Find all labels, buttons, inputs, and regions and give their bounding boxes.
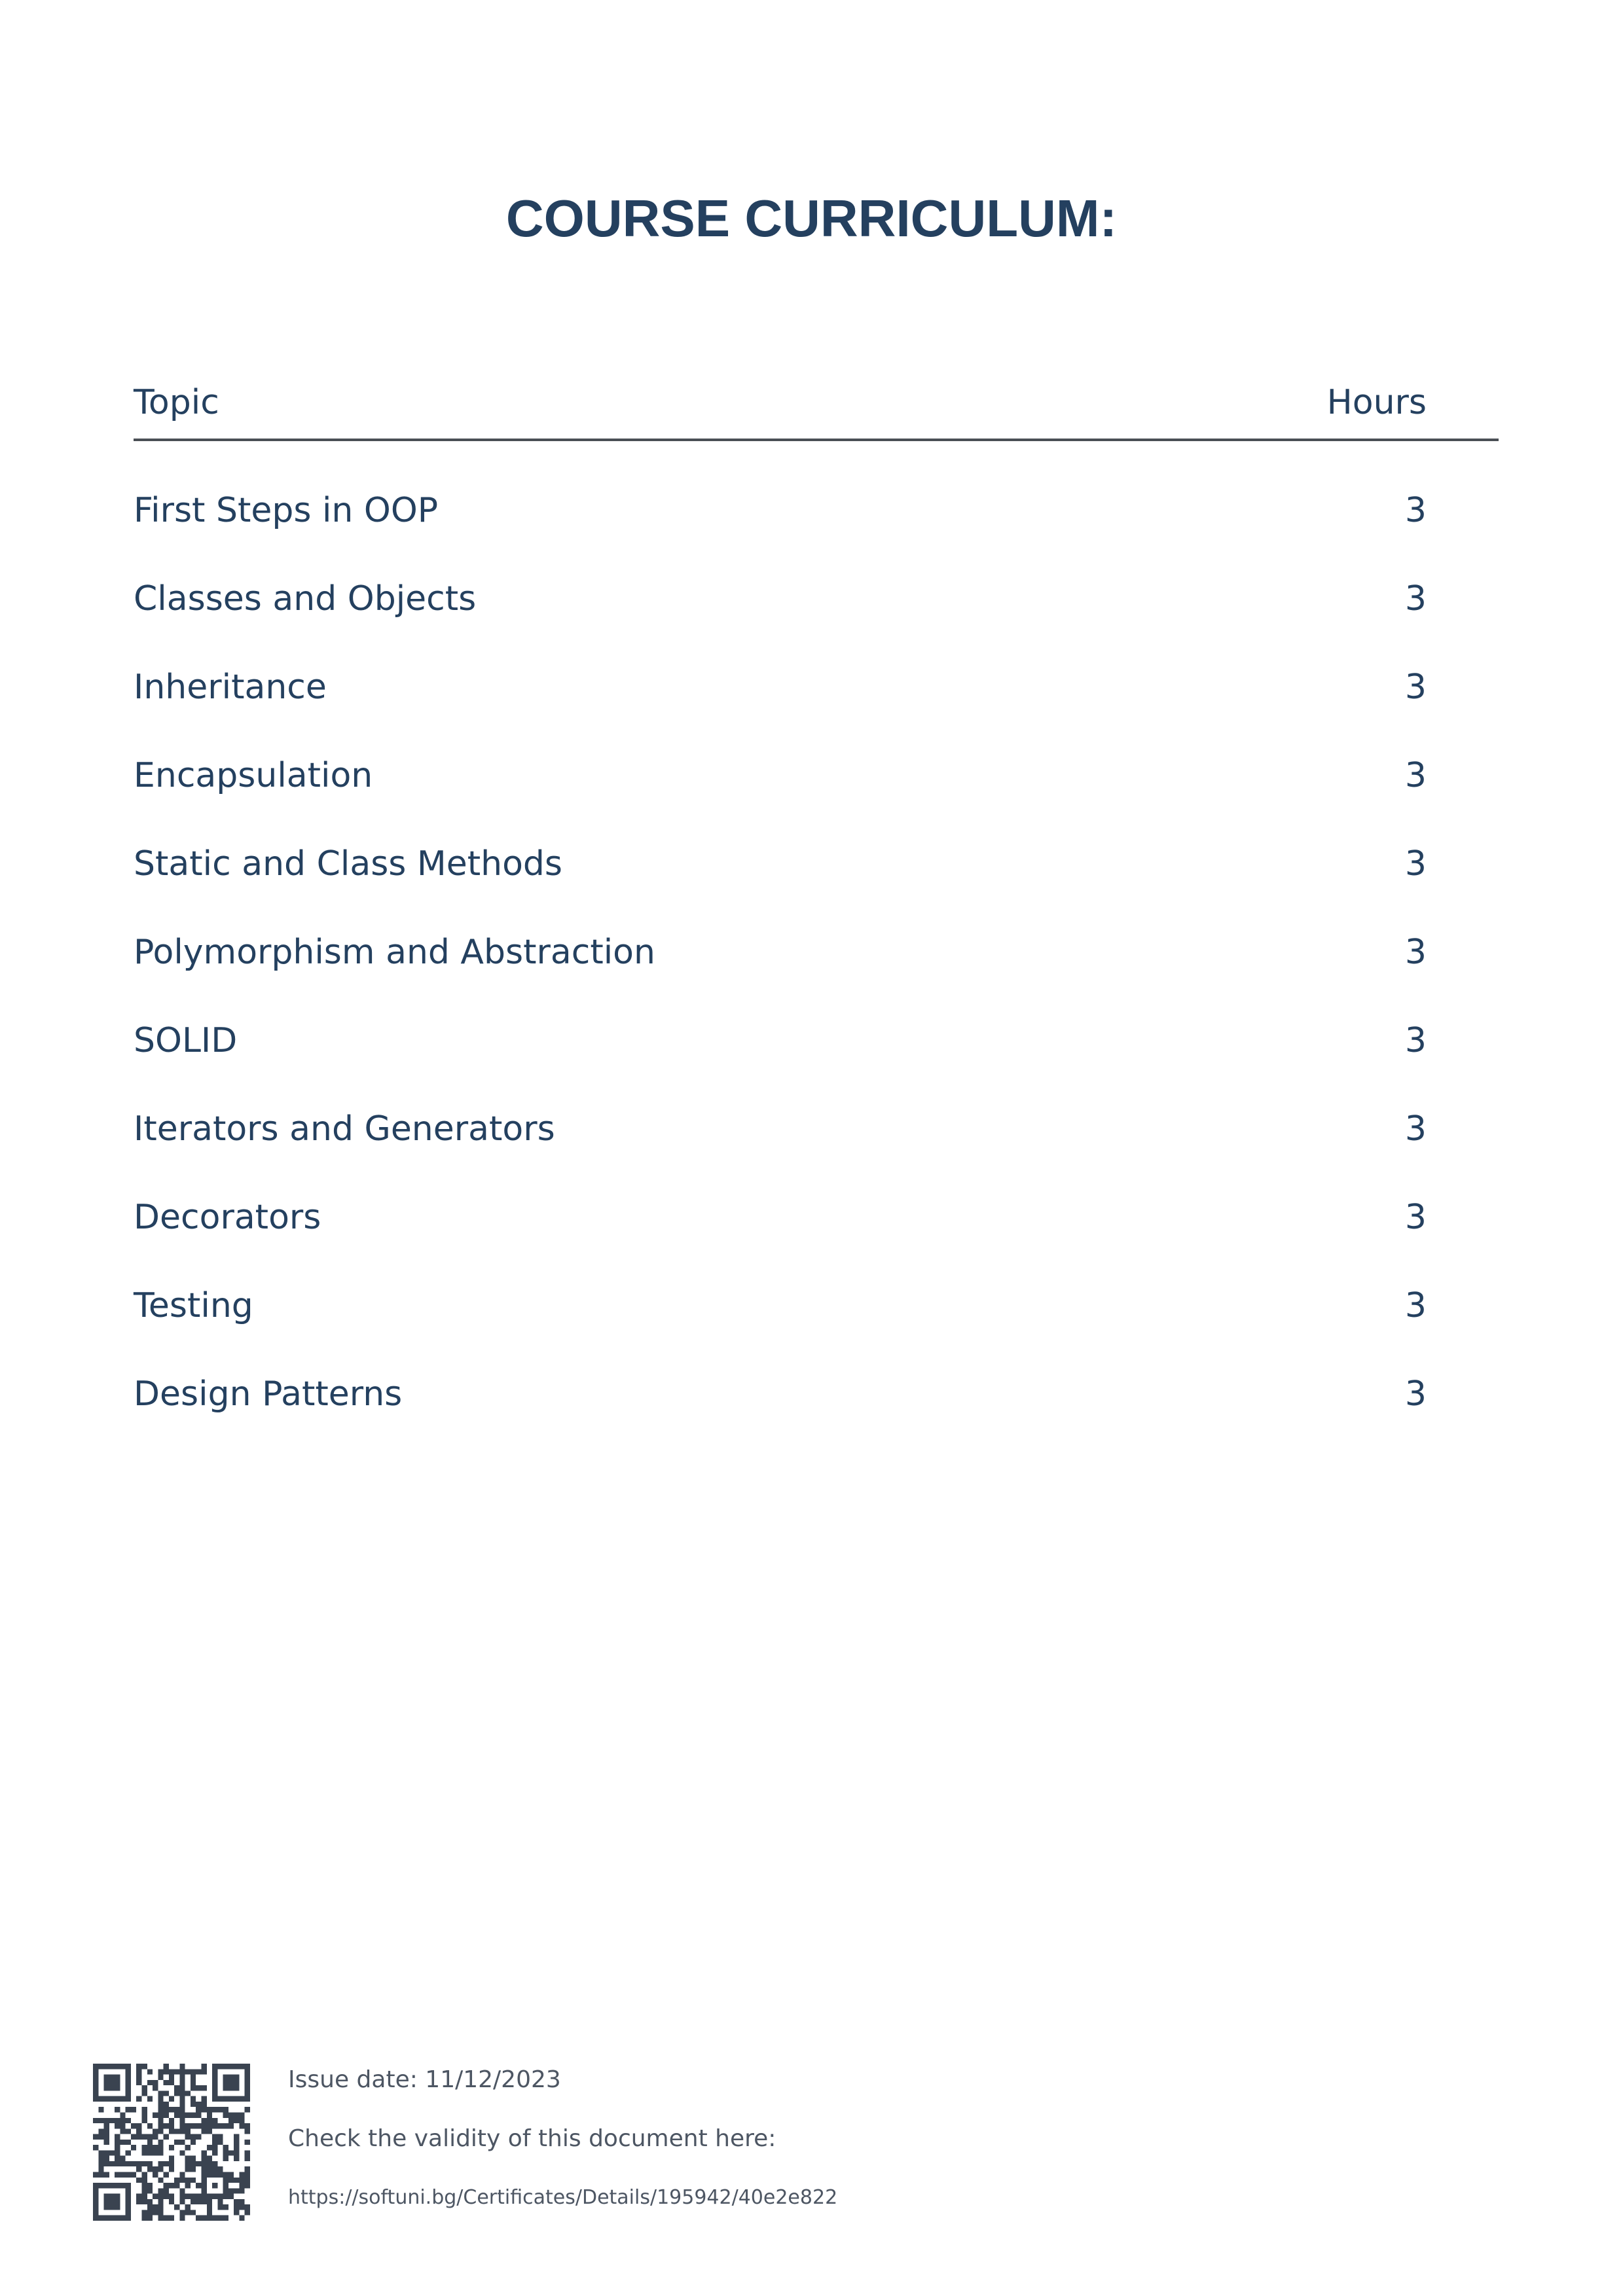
table-row: Testing 3: [134, 1283, 1427, 1371]
hours-cell: 3: [1404, 579, 1427, 619]
topic-cell: Testing: [134, 1286, 253, 1325]
hours-cell: 3: [1404, 844, 1427, 884]
topic-cell: Inheritance: [134, 668, 327, 707]
table-header: Topic Hours: [134, 370, 1499, 441]
topic-cell: Polymorphism and Abstraction: [134, 933, 655, 972]
hours-cell: 3: [1404, 1198, 1427, 1237]
validity-text: Check the validity of this document here…: [288, 2125, 776, 2152]
table-row: Inheritance 3: [134, 664, 1427, 753]
table-row: SOLID 3: [134, 1018, 1427, 1106]
curriculum-table-body: First Steps in OOP 3 Classes and Objects…: [134, 488, 1427, 1460]
table-row: Classes and Objects 3: [134, 576, 1427, 664]
table-row: Design Patterns 3: [134, 1371, 1427, 1460]
hours-cell: 3: [1404, 1109, 1427, 1149]
table-row: Decorators 3: [134, 1194, 1427, 1283]
hours-cell: 3: [1404, 1021, 1427, 1060]
table-row: Iterators and Generators 3: [134, 1106, 1427, 1194]
topic-cell: Classes and Objects: [134, 579, 477, 619]
qr-code-icon[interactable]: [93, 2064, 250, 2221]
hours-cell: 3: [1404, 668, 1427, 707]
hours-cell: 3: [1404, 1286, 1427, 1325]
hours-cell: 3: [1404, 933, 1427, 972]
hours-cell: 3: [1404, 1374, 1427, 1414]
topic-cell: Static and Class Methods: [134, 844, 563, 884]
verification-url[interactable]: https://softuni.bg/Certificates/Details/…: [288, 2183, 837, 2213]
table-row: Static and Class Methods 3: [134, 841, 1427, 929]
table-row: Encapsulation 3: [134, 753, 1427, 841]
topic-cell: Decorators: [134, 1198, 321, 1237]
column-header-topic: Topic: [134, 383, 219, 422]
page-title: COURSE CURRICULUM:: [505, 189, 1118, 247]
issue-date: Issue date: 11/12/2023: [288, 2066, 561, 2093]
hours-cell: 3: [1404, 491, 1427, 530]
topic-cell: SOLID: [134, 1021, 238, 1060]
hours-cell: 3: [1404, 756, 1427, 795]
table-row: Polymorphism and Abstraction 3: [134, 929, 1427, 1018]
topic-cell: Design Patterns: [134, 1374, 403, 1414]
table-row: First Steps in OOP 3: [134, 488, 1427, 576]
column-header-hours: Hours: [1326, 383, 1427, 422]
topic-cell: Encapsulation: [134, 756, 373, 795]
topic-cell: First Steps in OOP: [134, 491, 439, 530]
topic-cell: Iterators and Generators: [134, 1109, 555, 1149]
